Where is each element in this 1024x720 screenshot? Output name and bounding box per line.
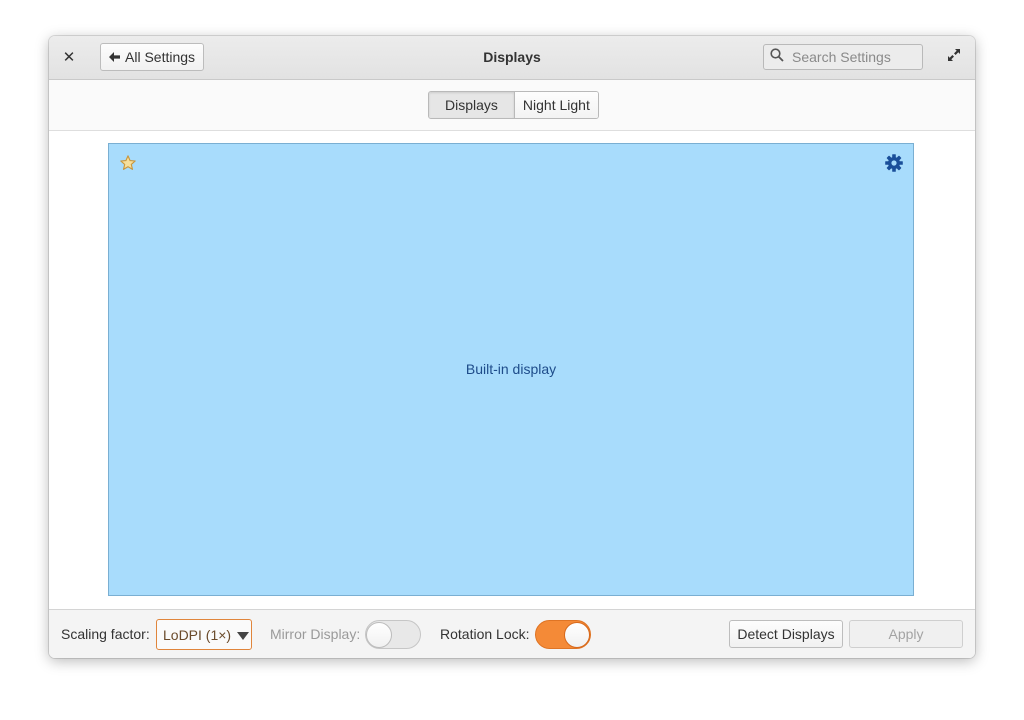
search-icon bbox=[770, 47, 784, 67]
star-icon[interactable] bbox=[119, 154, 137, 172]
switch-knob bbox=[564, 622, 590, 648]
header-bar: ✕ All Settings Displays bbox=[49, 36, 975, 80]
scaling-factor-value: LoDPI (1×) bbox=[163, 626, 232, 643]
action-bar: Scaling factor: LoDPI (1×) Mirror Displa… bbox=[49, 609, 975, 658]
maximize-button[interactable] bbox=[945, 48, 963, 66]
search-input[interactable] bbox=[792, 49, 912, 65]
tab-bar: Displays Night Light bbox=[49, 80, 975, 131]
view-switcher: Displays Night Light bbox=[428, 91, 599, 119]
gear-icon[interactable] bbox=[884, 153, 904, 173]
maximize-icon bbox=[947, 48, 961, 67]
scaling-factor-label: Scaling factor: bbox=[61, 626, 150, 642]
settings-window: ✕ All Settings Displays Search Settings … bbox=[49, 36, 975, 658]
apply-button[interactable]: Apply bbox=[849, 620, 963, 648]
dropdown-arrow-icon bbox=[237, 627, 250, 643]
rotation-lock-switch[interactable] bbox=[535, 620, 591, 649]
tab-displays[interactable]: Displays bbox=[429, 92, 514, 118]
display-tile[interactable]: Built-in display bbox=[108, 143, 914, 596]
search-field[interactable] bbox=[763, 44, 923, 70]
rotation-lock-label: Rotation Lock: bbox=[440, 626, 530, 642]
scaling-factor-dropdown[interactable]: LoDPI (1×) bbox=[156, 619, 252, 650]
detect-displays-button[interactable]: Detect Displays bbox=[729, 620, 843, 648]
display-arrangement-area: Built-in display bbox=[49, 131, 975, 609]
switch-knob bbox=[366, 622, 392, 648]
mirror-display-switch[interactable] bbox=[365, 620, 421, 649]
tab-night-light[interactable]: Night Light bbox=[513, 92, 598, 118]
mirror-display-label: Mirror Display: bbox=[270, 626, 361, 642]
display-name-label: Built-in display bbox=[465, 361, 557, 377]
